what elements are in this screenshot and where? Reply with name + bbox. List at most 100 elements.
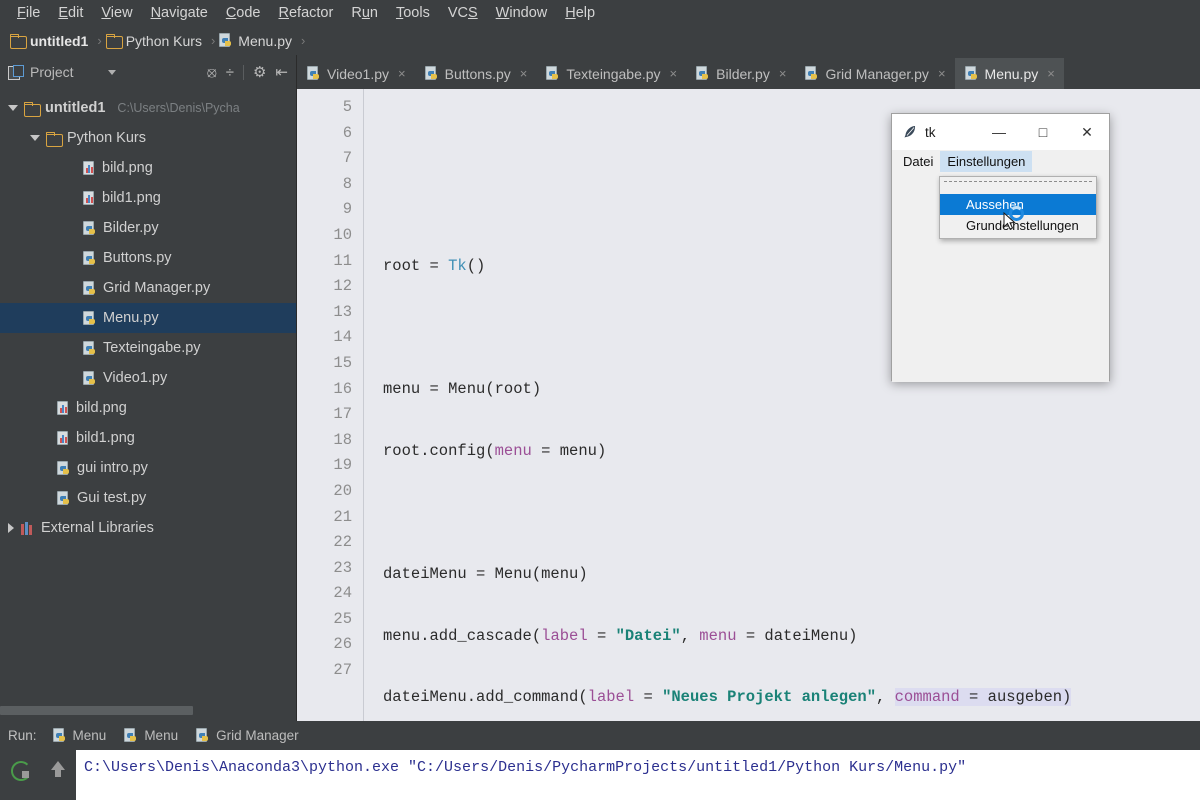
breadcrumb-item-file[interactable]: Menu.py — [219, 33, 297, 49]
tab-label: Buttons.py — [444, 65, 511, 82]
tab-grid-manager[interactable]: Grid Manager.py × — [795, 58, 954, 89]
close-icon[interactable]: ✕ — [1065, 114, 1109, 150]
close-icon[interactable]: × — [938, 66, 946, 81]
run-tool-window-header: Run: Menu Menu Grid Manager — [0, 721, 1200, 750]
python-file-icon — [696, 66, 710, 81]
image-file-icon — [83, 160, 96, 176]
tk-title-bar[interactable]: tk — □ ✕ — [892, 114, 1109, 150]
tab-video1[interactable]: Video1.py × — [297, 58, 415, 89]
tab-bilder[interactable]: Bilder.py × — [686, 58, 795, 89]
project-tree[interactable]: untitled1 C:\Users\Denis\Pycha Python Ku… — [0, 89, 297, 721]
tree-item-label: bild.png — [76, 400, 127, 416]
rerun-icon[interactable] — [11, 761, 31, 781]
tkinter-window[interactable]: tk — □ ✕ Datei Einstellungen Aussehen Gr… — [891, 113, 1110, 382]
project-title-group[interactable]: Project — [0, 64, 74, 80]
menu-tools[interactable]: Tools — [387, 0, 439, 26]
tree-item-label: Texteingabe.py — [103, 340, 201, 356]
line-number: 19 — [333, 456, 352, 475]
tree-item-untitled1[interactable]: untitled1 C:\Users\Denis\Pycha — [0, 93, 296, 123]
tree-item-bild-png[interactable]: bild.png — [0, 153, 296, 183]
menu-run[interactable]: Run — [342, 0, 387, 26]
menu-file[interactable]: File — [8, 0, 49, 26]
tree-item-bilder-py[interactable]: Bilder.py — [0, 213, 296, 243]
tk-menu-bar: Datei Einstellungen — [892, 150, 1109, 172]
tk-menu-item-aussehen[interactable]: Aussehen — [940, 194, 1096, 215]
tree-item-python-kurs[interactable]: Python Kurs — [0, 123, 296, 153]
tree-item-label: Video1.py — [103, 370, 168, 386]
python-file-icon — [83, 340, 97, 356]
tree-item-gui-test-py[interactable]: Gui test.py — [0, 483, 296, 513]
image-file-icon — [57, 430, 70, 446]
tree-item-label: Buttons.py — [103, 250, 172, 266]
tearoff-separator[interactable] — [944, 181, 1092, 191]
menu-refactor[interactable]: Refactor — [270, 0, 343, 26]
run-tab-menu-2[interactable]: Menu — [118, 728, 190, 743]
chevron-down-icon[interactable] — [30, 135, 40, 141]
project-panel-header: Project ⦻ ÷ ⚙ ⇤ — [0, 55, 297, 89]
collapse-all-icon[interactable]: ÷ — [226, 65, 234, 80]
line-number: 26 — [333, 635, 352, 654]
tk-menu-datei[interactable]: Datei — [896, 151, 940, 172]
run-tab-menu-1[interactable]: Menu — [47, 728, 119, 743]
run-tab-grid-manager[interactable]: Grid Manager — [190, 728, 311, 743]
chevron-down-icon[interactable] — [107, 69, 116, 75]
menu-help[interactable]: Help — [556, 0, 604, 26]
maximize-icon[interactable]: □ — [1021, 114, 1065, 150]
locate-icon[interactable]: ⦻ — [207, 65, 217, 80]
tree-item-video1-py[interactable]: Video1.py — [0, 363, 296, 393]
hide-icon[interactable]: ⇤ — [275, 65, 288, 80]
chevron-right-icon[interactable] — [8, 523, 14, 533]
close-icon[interactable]: × — [670, 66, 678, 81]
tree-item-root-bild-png[interactable]: bild.png — [0, 393, 296, 423]
tk-menu-item-grundeinstellungen[interactable]: Grundeinstellungen — [940, 215, 1096, 236]
tree-item-label: untitled1 — [45, 100, 106, 116]
menu-edit[interactable]: Edit — [49, 0, 92, 26]
chevron-down-icon[interactable] — [8, 105, 18, 111]
line-number: 6 — [342, 123, 352, 142]
menu-view[interactable]: View — [92, 0, 141, 26]
line-number: 23 — [333, 558, 352, 577]
tab-texteingabe[interactable]: Texteingabe.py × — [536, 58, 686, 89]
breadcrumb-item-project[interactable]: untitled1 — [10, 33, 93, 49]
python-file-icon — [805, 66, 819, 81]
tree-item-bild1-png[interactable]: bild1.png — [0, 183, 296, 213]
python-file-icon — [546, 66, 560, 81]
close-icon[interactable]: × — [520, 66, 528, 81]
close-icon[interactable]: × — [779, 66, 787, 81]
code-line: root.config(menu = menu) — [383, 441, 607, 460]
tree-item-menu-py[interactable]: Menu.py — [0, 303, 296, 333]
up-arrow-icon[interactable] — [51, 761, 65, 777]
line-number: 21 — [333, 507, 352, 526]
menu-navigate[interactable]: Navigate — [142, 0, 217, 26]
tree-item-grid-manager-py[interactable]: Grid Manager.py — [0, 273, 296, 303]
menu-code[interactable]: Code — [217, 0, 270, 26]
menu-vcs[interactable]: VCS — [439, 0, 487, 26]
python-run-icon — [124, 728, 138, 743]
project-tree-horizontal-scrollbar[interactable] — [0, 706, 193, 715]
code-line: dateiMenu.add_command(label = "Neues Pro… — [383, 688, 1072, 707]
minimize-icon[interactable]: — — [977, 114, 1021, 150]
tab-label: Menu.py — [984, 65, 1039, 82]
tree-item-external-libraries[interactable]: External Libraries — [0, 513, 296, 543]
breadcrumb-item-folder[interactable]: Python Kurs — [105, 33, 207, 49]
tab-label: Video1.py — [327, 65, 390, 82]
settings-icon[interactable]: ⚙ — [253, 65, 266, 80]
tree-item-gui-intro-py[interactable]: gui intro.py — [0, 453, 296, 483]
tree-item-root-bild1-png[interactable]: bild1.png — [0, 423, 296, 453]
menu-window[interactable]: Window — [487, 0, 557, 26]
close-icon[interactable]: × — [1047, 66, 1055, 81]
tree-item-buttons-py[interactable]: Buttons.py — [0, 243, 296, 273]
python-file-icon — [83, 370, 97, 386]
line-number: 18 — [333, 430, 352, 449]
close-icon[interactable]: × — [398, 66, 406, 81]
tk-menu-einstellungen[interactable]: Einstellungen — [940, 150, 1033, 172]
tab-label: Bilder.py — [716, 65, 770, 82]
tk-dropdown-menu[interactable]: Aussehen Grundeinstellungen — [939, 176, 1097, 239]
tree-item-label: Bilder.py — [103, 220, 159, 236]
tab-buttons[interactable]: Buttons.py × — [415, 58, 537, 89]
tab-menu[interactable]: Menu.py × — [954, 58, 1064, 89]
console-area: C:\Users\Denis\Anaconda3\python.exe "C:/… — [0, 750, 1200, 800]
console-output[interactable]: C:\Users\Denis\Anaconda3\python.exe "C:/… — [76, 750, 1200, 800]
tree-item-texteingabe-py[interactable]: Texteingabe.py — [0, 333, 296, 363]
tree-item-label: Gui test.py — [77, 490, 147, 506]
